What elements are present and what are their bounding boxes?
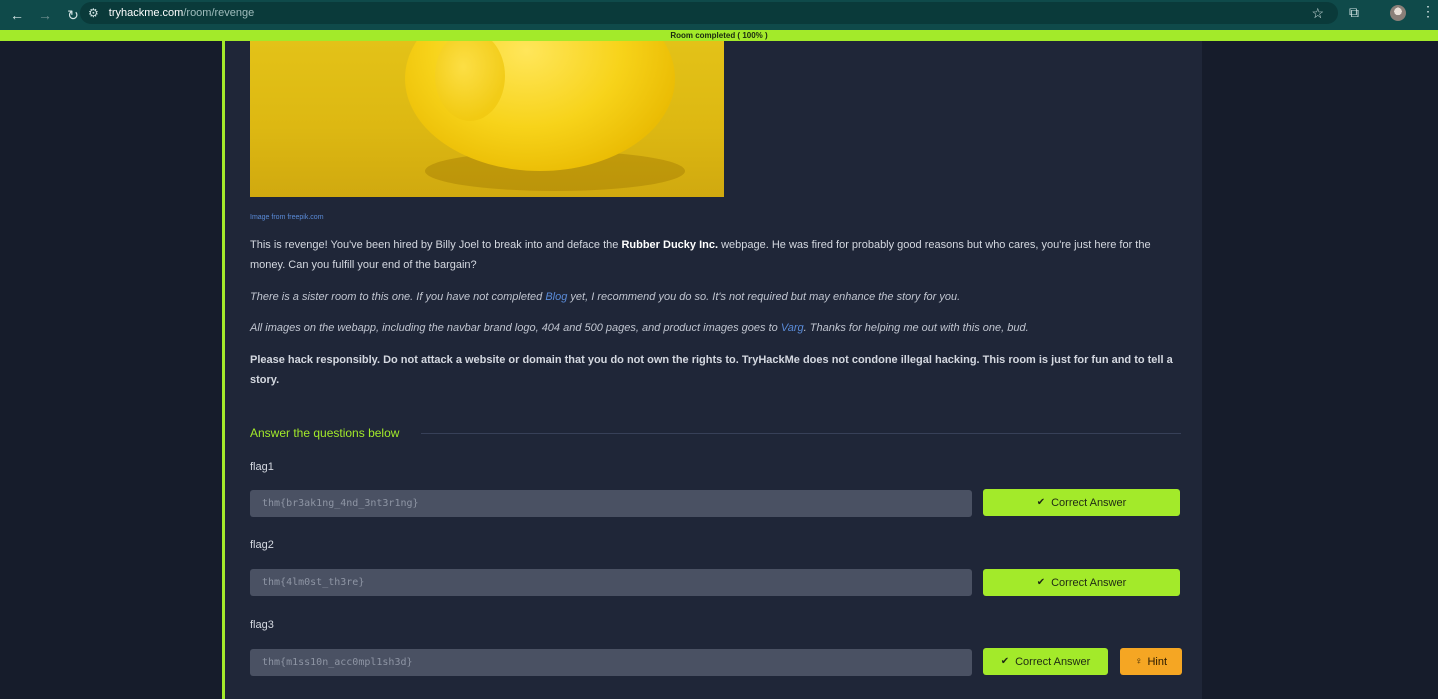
answer-input-flag3[interactable]: thm{m1ss10n_acc0mpl1sh3d} [250,649,972,676]
url-host: tryhackme.com [108,7,184,19]
left-gutter [0,41,222,699]
image-attribution-paragraph: All images on the webapp, including the … [250,318,1180,338]
image-credit-link[interactable]: Image from freepik.com [250,214,324,221]
question-label-flag3: flag3 [250,619,274,631]
images-text-pre: All images on the webapp, including the … [250,322,781,334]
back-arrow-icon[interactable]: ← [6,4,28,26]
company-name: Rubber Ducky Inc. [621,239,719,251]
correct-answer-button-flag2[interactable]: ✔ Correct Answer [983,569,1180,596]
extensions-icon[interactable]: ⧉ [1349,4,1359,21]
question-label-flag2: flag2 [250,539,274,551]
question-label-flag1: flag1 [250,461,274,473]
browser-menu-icon[interactable]: ⋮ [1421,3,1435,20]
browser-toolbar: ← → ↻ ⚙ tryhackme.com /room/revenge ☆ ⧉ … [0,0,1438,30]
url-path: /room/revenge [183,7,255,19]
blog-room-link[interactable]: Blog [545,291,567,303]
lightbulb-icon: ♀ [1134,656,1143,667]
intro-paragraph: This is revenge! You've been hired by Bi… [250,235,1180,275]
intro-text-pre: This is revenge! You've been hired by Bi… [250,239,622,251]
varg-link[interactable]: Varg [781,322,804,334]
correct-answer-button-flag3[interactable]: ✔ Correct Answer [983,648,1108,675]
bookmark-star-icon[interactable]: ☆ [1311,5,1324,22]
sister-room-paragraph: There is a sister room to this one. If y… [250,287,1180,307]
hint-button-flag3[interactable]: ♀ Hint [1120,648,1182,675]
sister-text-post: yet, I recommend you do so. It's not req… [567,291,961,303]
check-icon: ✔ [1036,497,1046,508]
correct-answer-label: Correct Answer [1051,496,1127,509]
address-bar[interactable]: ⚙ tryhackme.com /room/revenge ☆ [80,2,1338,24]
room-progress-bar: Room completed ( 100% ) [0,30,1438,41]
answer-input-flag1[interactable]: thm{br3ak1ng_4nd_3nt3r1ng} [250,490,972,517]
forward-arrow-icon[interactable]: → [34,4,56,26]
task-panel: Image from freepik.com This is revenge! … [222,41,1202,699]
correct-answer-button-flag1[interactable]: ✔ Correct Answer [983,489,1180,516]
answers-heading: Answer the questions below [250,426,400,440]
check-icon: ✔ [1000,656,1010,667]
disclaimer-paragraph: Please hack responsibly. Do not attack a… [250,354,1173,386]
correct-answer-label: Correct Answer [1015,655,1091,668]
rubber-duck-image [250,41,724,197]
profile-avatar[interactable] [1390,5,1406,21]
images-text-post: . Thanks for helping me out with this on… [803,322,1029,334]
correct-answer-label: Correct Answer [1051,576,1127,589]
check-icon: ✔ [1036,577,1046,588]
progress-label: Room completed ( 100% ) [670,31,768,40]
answer-input-flag2[interactable]: thm{4lm0st_th3re} [250,569,972,596]
sister-text-pre: There is a sister room to this one. If y… [250,291,546,303]
right-gutter [1202,41,1438,699]
hint-label: Hint [1147,655,1168,668]
answers-divider [421,433,1181,434]
site-settings-icon[interactable]: ⚙ [88,6,99,20]
